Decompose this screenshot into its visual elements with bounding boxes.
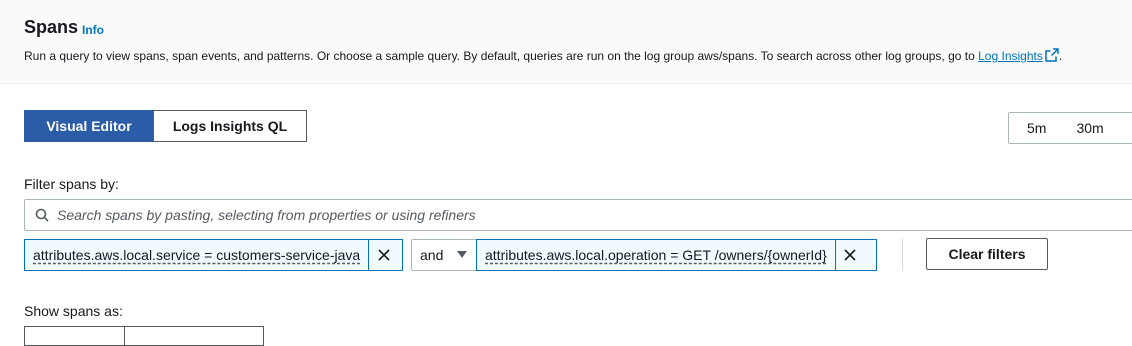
divider <box>902 239 903 271</box>
close-icon <box>378 249 390 261</box>
page-title: Spans <box>24 17 79 37</box>
clear-filters-button[interactable]: Clear filters <box>926 238 1048 270</box>
time-option-30m[interactable]: 30m <box>1046 120 1103 136</box>
show-spans-label: Show spans as: <box>24 303 123 319</box>
operator-value: and <box>420 247 444 263</box>
operator-select[interactable]: and <box>411 239 477 271</box>
close-icon <box>844 249 856 261</box>
external-link-icon <box>1045 48 1059 62</box>
search-input[interactable]: Search spans by pasting, selecting from … <box>24 199 1132 231</box>
time-option-5m[interactable]: 5m <box>1009 120 1046 136</box>
description-trailing: . <box>1058 49 1063 63</box>
info-link[interactable]: Info <box>82 23 104 37</box>
filter-label: Filter spans by: <box>24 176 119 192</box>
filter-token-operation[interactable]: attributes.aws.local.operation = GET /ow… <box>476 239 877 271</box>
tab-visual-editor[interactable]: Visual Editor <box>24 110 154 142</box>
remove-token-button[interactable] <box>368 240 398 270</box>
filter-token-service[interactable]: attributes.aws.local.service = customers… <box>24 239 403 271</box>
page-description: Run a query to view spans, span events, … <box>24 48 1062 63</box>
remove-token-button[interactable] <box>834 240 865 270</box>
token-label: attributes.aws.local.service = customers… <box>33 247 361 263</box>
description-text: Run a query to view spans, span events, … <box>24 49 975 63</box>
search-placeholder: Search spans by pasting, selecting from … <box>57 207 476 223</box>
caret-down-icon <box>457 251 468 258</box>
log-insights-link-label: Log Insights <box>978 49 1043 63</box>
tab-logs-insights-ql[interactable]: Logs Insights QL <box>153 110 307 142</box>
show-spans-option-1[interactable] <box>24 326 125 346</box>
time-range-selector: 5m 30m <box>1008 112 1132 144</box>
show-spans-option-2[interactable] <box>124 326 264 346</box>
search-icon <box>35 208 49 222</box>
page-header: Spans Info Run a query to view spans, sp… <box>0 0 1132 84</box>
token-label: attributes.aws.local.operation = GET /ow… <box>485 247 827 263</box>
log-insights-link[interactable]: Log Insights <box>978 48 1059 63</box>
